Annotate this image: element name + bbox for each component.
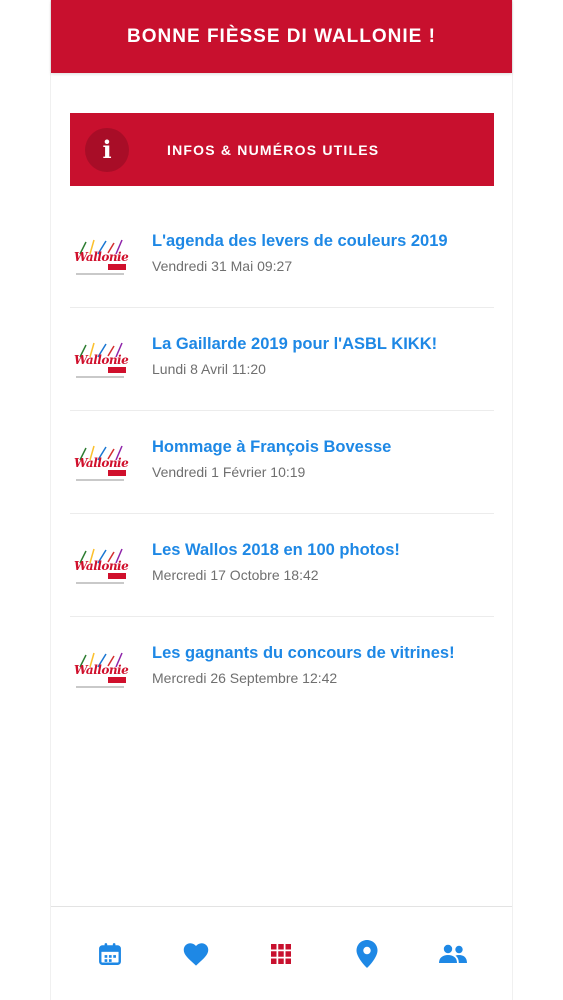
news-item[interactable]: Wallonie La Gaillarde 2019 pour l'ASBL K… [70, 308, 494, 411]
news-title[interactable]: Les gagnants du concours de vitrines! [152, 643, 455, 663]
logo-wordmark: Wallonie [74, 559, 129, 573]
news-text: Les Wallos 2018 en 100 photos! Mercredi … [152, 540, 400, 583]
info-numbers-label: INFOS & NUMÉROS UTILES [167, 141, 380, 158]
nav-favorites-button[interactable] [174, 932, 218, 976]
calendar-icon [98, 942, 121, 965]
wallonie-logo-icon: Wallonie [70, 236, 130, 296]
news-text: L'agenda des levers de couleurs 2019 Ven… [152, 231, 448, 274]
logo-wordmark: Wallonie [74, 662, 129, 677]
logo-tag [108, 264, 126, 270]
app-screen: BONNE FIÈSSE DI WALLONIE ! i INFOS & NUM… [50, 0, 513, 1000]
logo-wordmark: Wallonie [74, 250, 129, 264]
news-date: Vendredi 31 Mai 09:27 [152, 257, 293, 274]
grid-icon [271, 943, 292, 964]
logo-wordmark: Wallonie [74, 353, 129, 367]
wallonie-logo-icon: Wallonie [70, 339, 130, 399]
news-title[interactable]: L'agenda des levers de couleurs 2019 [152, 231, 448, 251]
news-date: Vendredi 1 Février 10:19 [152, 463, 306, 480]
info-icon: i [85, 127, 129, 172]
news-item[interactable]: Wallonie Les Wallos 2018 en 100 photos! … [70, 514, 494, 617]
logo-underline [76, 479, 124, 481]
news-text: Les gagnants du concours de vitrines! Me… [152, 643, 455, 686]
logo-underline [76, 376, 124, 378]
bottom-nav [51, 906, 512, 1000]
right-gutter [513, 0, 563, 1000]
news-title[interactable]: Hommage à François Bovesse [152, 437, 391, 457]
news-item[interactable]: Wallonie Hommage à François Bovesse Vend… [70, 411, 494, 514]
logo-underline [76, 582, 124, 584]
news-date: Mercredi 17 Octobre 18:42 [152, 566, 319, 583]
logo-tag [108, 470, 126, 476]
news-date: Mercredi 26 Septembre 12:42 [152, 670, 338, 686]
location-pin-icon [356, 939, 378, 968]
news-text: Hommage à François Bovesse Vendredi 1 Fé… [152, 437, 391, 480]
logo-underline [76, 685, 124, 688]
news-item[interactable]: Wallonie L'agenda des levers de couleurs… [70, 205, 494, 308]
news-list: Wallonie L'agenda des levers de couleurs… [70, 205, 494, 720]
news-date: Lundi 8 Avril 11:20 [152, 360, 266, 377]
news-item[interactable]: Wallonie Les gagnants du concours de vit… [70, 617, 494, 720]
left-gutter [0, 0, 50, 1000]
heart-icon [183, 942, 208, 966]
people-icon [439, 944, 468, 963]
news-title[interactable]: La Gaillarde 2019 pour l'ASBL KIKK! [152, 334, 437, 354]
nav-map-button[interactable] [345, 932, 389, 976]
page-title: BONNE FIÈSSE DI WALLONIE ! [127, 25, 436, 47]
logo-underline [76, 273, 124, 275]
news-text: La Gaillarde 2019 pour l'ASBL KIKK! Lund… [152, 334, 437, 377]
nav-menu-grid-button[interactable] [259, 932, 303, 976]
logo-tag [108, 367, 126, 373]
logo-wordmark: Wallonie [74, 456, 129, 470]
wallonie-logo-icon: Wallonie [70, 649, 130, 709]
nav-community-button[interactable] [431, 932, 475, 976]
info-numbers-button[interactable]: i INFOS & NUMÉROS UTILES [70, 113, 494, 186]
info-icon-glyph: i [102, 135, 112, 164]
logo-tag [108, 573, 126, 579]
news-title[interactable]: Les Wallos 2018 en 100 photos! [152, 540, 400, 560]
wallonie-logo-icon: Wallonie [70, 545, 130, 605]
app-header: BONNE FIÈSSE DI WALLONIE ! [51, 0, 512, 73]
wallonie-logo-icon: Wallonie [70, 442, 130, 502]
logo-tag [108, 676, 126, 683]
nav-calendar-button[interactable] [88, 932, 132, 976]
